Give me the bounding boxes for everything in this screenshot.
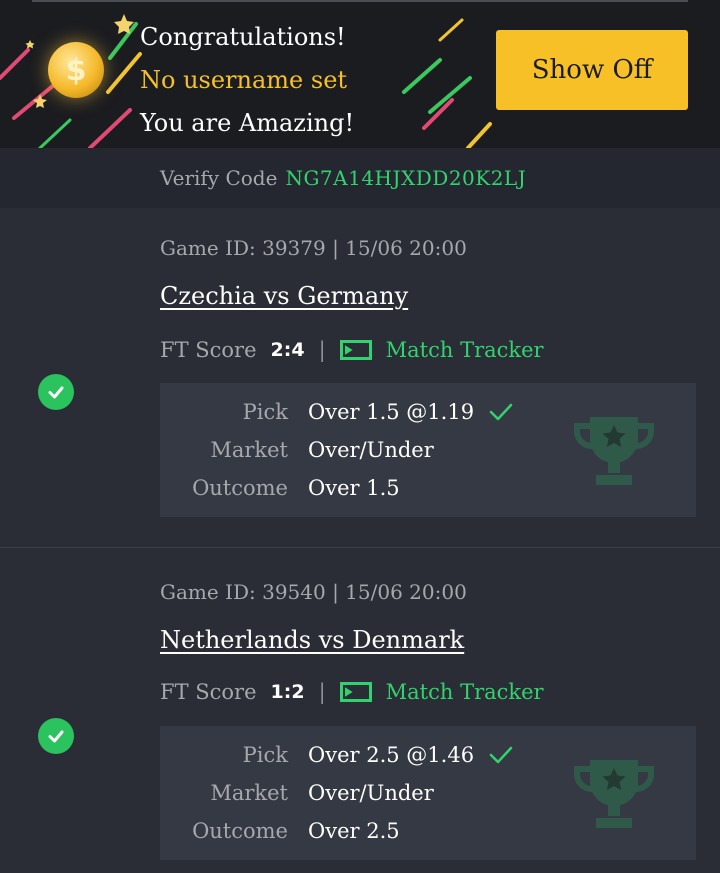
match-tracker-link[interactable]: Match Tracker <box>339 338 544 362</box>
match-tracker-icon <box>339 682 372 702</box>
match-tracker-icon <box>339 340 372 360</box>
score-separator: | <box>318 680 326 704</box>
pick-value: Over 2.5 @1.46 <box>308 736 514 774</box>
show-off-button[interactable]: Show Off <box>496 30 688 110</box>
game-meta: Game ID: 39540 | 15/06 20:00 <box>160 580 467 604</box>
ft-score-value: 1:2 <box>270 681 305 703</box>
congrats-subtitle: You are Amazing! <box>140 109 355 137</box>
outcome-value: Over 1.5 <box>308 476 400 500</box>
market-value: Over/Under <box>308 781 434 805</box>
checkmark-icon <box>488 402 514 422</box>
won-check-icon <box>38 718 74 754</box>
score-row: FT Score 1:2 | Match Tracker <box>160 680 544 704</box>
bet-item: Game ID: 39540 | 15/06 20:00 Netherlands… <box>0 550 720 873</box>
pick-value: Over 1.5 @1.19 <box>308 393 514 431</box>
pick-text: Over 2.5 @1.46 <box>308 743 475 767</box>
pick-details-box: Pick Over 1.5 @1.19 Market Over/Under Ou… <box>160 383 696 517</box>
verify-code-value[interactable]: NG7A14HJXDD20K2LJ <box>285 166 526 190</box>
market-value: Over/Under <box>308 438 434 462</box>
score-separator: | <box>318 338 326 362</box>
checkmark-icon <box>488 745 514 765</box>
username-status: No username set <box>140 66 348 94</box>
congrats-text: Congratulations! No username set You are… <box>140 16 354 145</box>
match-title-link[interactable]: Czechia vs Germany <box>160 282 408 310</box>
trophy-icon <box>573 760 655 828</box>
outcome-value: Over 2.5 <box>308 819 400 843</box>
pick-details-box: Pick Over 2.5 @1.46 Market Over/Under Ou… <box>160 726 696 860</box>
match-tracker-label: Match Tracker <box>385 680 544 704</box>
match-tracker-label: Match Tracker <box>385 338 544 362</box>
coin-symbol: $ <box>65 52 87 88</box>
ft-score-value: 2:4 <box>270 339 305 361</box>
ft-score-label: FT Score <box>160 680 257 704</box>
pick-label: Pick <box>242 743 288 767</box>
verify-code-row: Verify Code NG7A14HJXDD20K2LJ <box>0 148 720 208</box>
congrats-banner: $ Congratulations! No username set You a… <box>0 0 720 148</box>
ft-score-label: FT Score <box>160 338 257 362</box>
game-meta: Game ID: 39379 | 15/06 20:00 <box>160 236 467 260</box>
match-title-link[interactable]: Netherlands vs Denmark <box>160 626 464 654</box>
trophy-icon <box>573 417 655 485</box>
outcome-label: Outcome <box>192 819 288 843</box>
bet-item: Game ID: 39379 | 15/06 20:00 Czechia vs … <box>0 208 720 548</box>
match-tracker-link[interactable]: Match Tracker <box>339 680 544 704</box>
outcome-label: Outcome <box>192 476 288 500</box>
pick-text: Over 1.5 @1.19 <box>308 400 475 424</box>
verify-code-label: Verify Code <box>160 166 278 190</box>
market-label: Market <box>210 438 288 462</box>
gold-coin-icon: $ <box>48 42 104 98</box>
won-check-icon <box>38 374 74 410</box>
congrats-title: Congratulations! <box>140 23 346 51</box>
market-label: Market <box>210 781 288 805</box>
score-row: FT Score 2:4 | Match Tracker <box>160 338 544 362</box>
pick-label: Pick <box>242 400 288 424</box>
